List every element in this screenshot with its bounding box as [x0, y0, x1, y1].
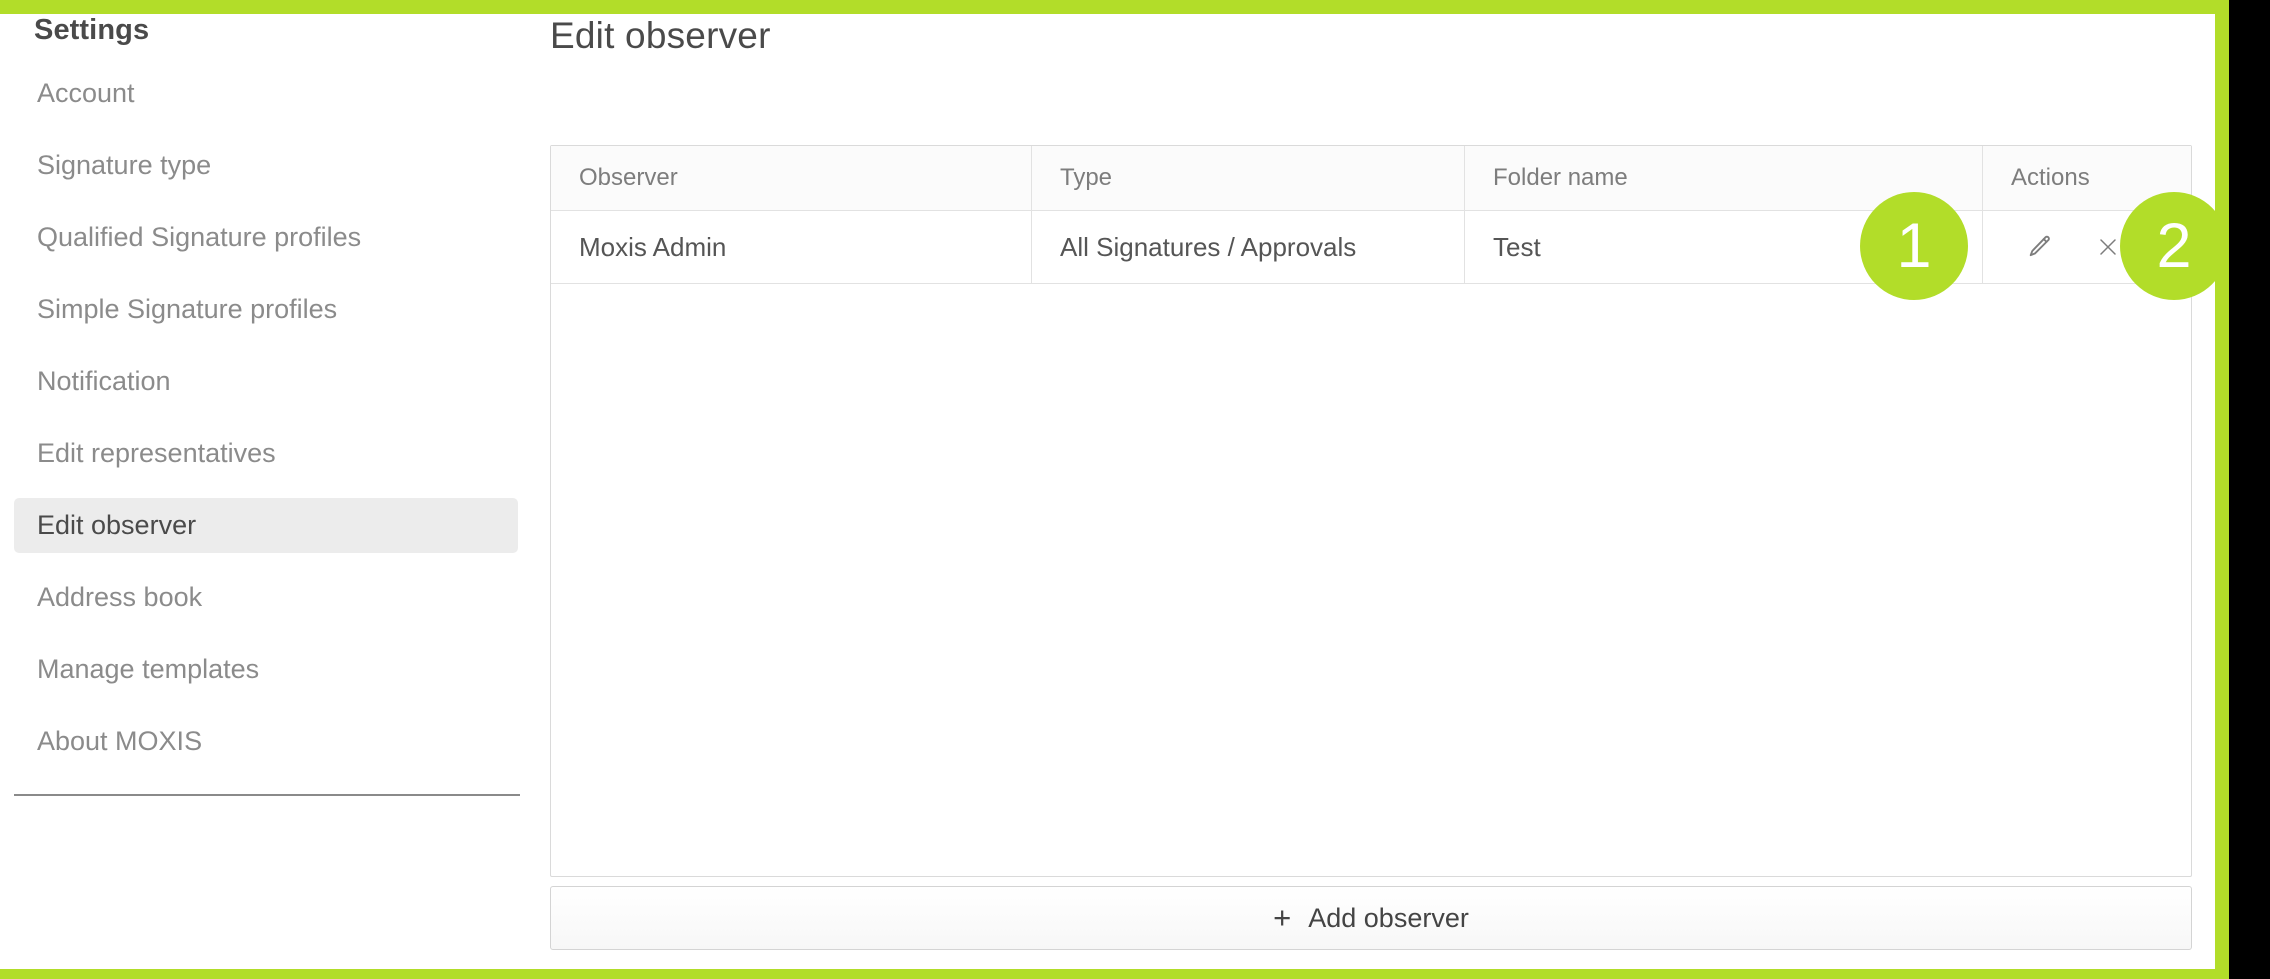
- sidebar-item-label: Address book: [37, 582, 203, 612]
- sidebar-item-label: About MOXIS: [37, 726, 203, 756]
- column-header-observer: Observer: [551, 146, 1032, 210]
- app-page: Settings Account Signature type Qualifie…: [0, 14, 2215, 969]
- sidebar-item-label: Signature type: [37, 150, 212, 180]
- annotation-badge-2: 2: [2120, 192, 2228, 300]
- sidebar-item-address-book[interactable]: Address book: [14, 570, 518, 625]
- sidebar-item-edit-observer[interactable]: Edit observer: [14, 498, 518, 553]
- sidebar-item-label: Edit observer: [37, 510, 197, 540]
- annotation-badge-1: 1: [1860, 192, 1968, 300]
- sidebar-item-label: Account: [37, 78, 135, 108]
- sidebar-item-account[interactable]: Account: [14, 66, 518, 121]
- sidebar-item-about-moxis[interactable]: About MOXIS: [14, 714, 518, 769]
- sidebar-item-label: Notification: [37, 366, 171, 396]
- right-black-strip: [2229, 0, 2270, 979]
- sidebar-item-signature-type[interactable]: Signature type: [14, 138, 518, 193]
- sidebar-item-label: Manage templates: [37, 654, 260, 684]
- sidebar-item-notification[interactable]: Notification: [14, 354, 518, 409]
- plus-icon: +: [1273, 899, 1292, 935]
- cell-observer: Moxis Admin: [551, 211, 1032, 283]
- add-observer-button[interactable]: + Add observer: [550, 886, 2192, 950]
- sidebar-title: Settings: [34, 14, 150, 46]
- page-title: Edit observer: [550, 15, 771, 56]
- sidebar-item-label: Simple Signature profiles: [37, 294, 338, 324]
- sidebar-item-edit-representatives[interactable]: Edit representatives: [14, 426, 518, 481]
- delete-close-icon[interactable]: [2093, 232, 2123, 262]
- sidebar-item-label: Edit representatives: [37, 438, 276, 468]
- sidebar-item-label: Qualified Signature profiles: [37, 222, 362, 252]
- edit-pencil-icon[interactable]: [2025, 232, 2055, 262]
- settings-sidebar: Settings Account Signature type Qualifie…: [0, 14, 530, 969]
- sidebar-divider: [14, 794, 520, 796]
- main-content: Edit observer Observer Type Folder name …: [530, 14, 2215, 969]
- sidebar-item-qualified-signature-profiles[interactable]: Qualified Signature profiles: [14, 210, 518, 265]
- column-header-type: Type: [1032, 146, 1465, 210]
- cell-type: All Signatures / Approvals: [1032, 211, 1465, 283]
- screenshot-root: Settings Account Signature type Qualifie…: [0, 0, 2270, 979]
- sidebar-item-manage-templates[interactable]: Manage templates: [14, 642, 518, 697]
- sidebar-item-simple-signature-profiles[interactable]: Simple Signature profiles: [14, 282, 518, 337]
- add-observer-label: Add observer: [1308, 902, 1469, 933]
